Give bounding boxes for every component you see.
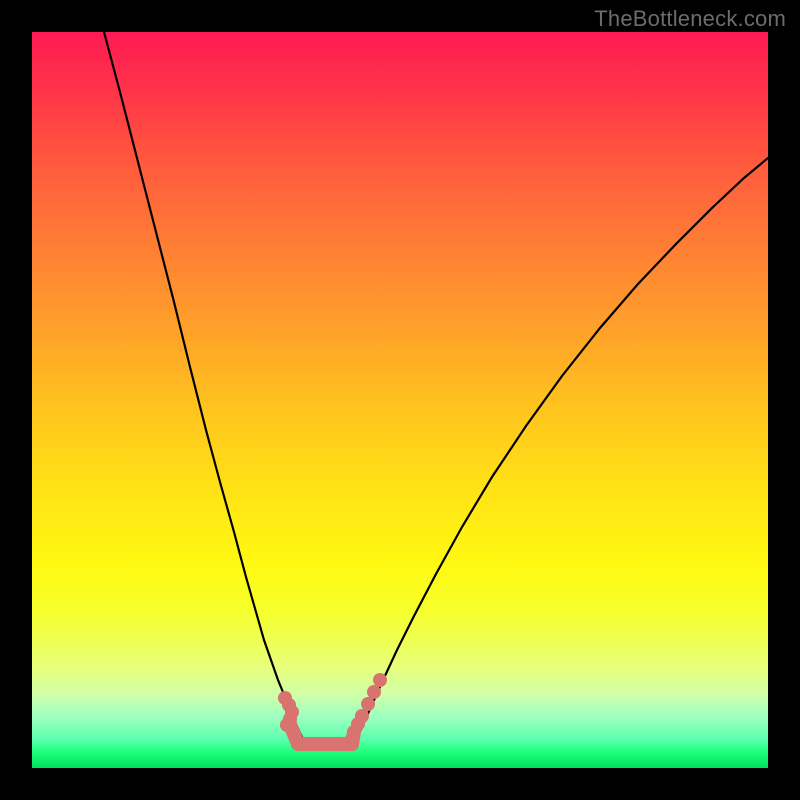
watermark-text: TheBottleneck.com (594, 6, 786, 32)
outer-frame: TheBottleneck.com (0, 0, 800, 800)
pink-dot (367, 685, 381, 699)
right-curve (356, 158, 768, 741)
pink-connector (289, 722, 298, 744)
curve-layer (32, 32, 768, 768)
pink-dot (355, 709, 369, 723)
plot-area (32, 32, 768, 768)
pink-dot (373, 673, 387, 687)
pink-connector (352, 732, 354, 744)
left-curve (104, 32, 304, 741)
pink-dot (361, 697, 375, 711)
pink-band (278, 673, 387, 746)
